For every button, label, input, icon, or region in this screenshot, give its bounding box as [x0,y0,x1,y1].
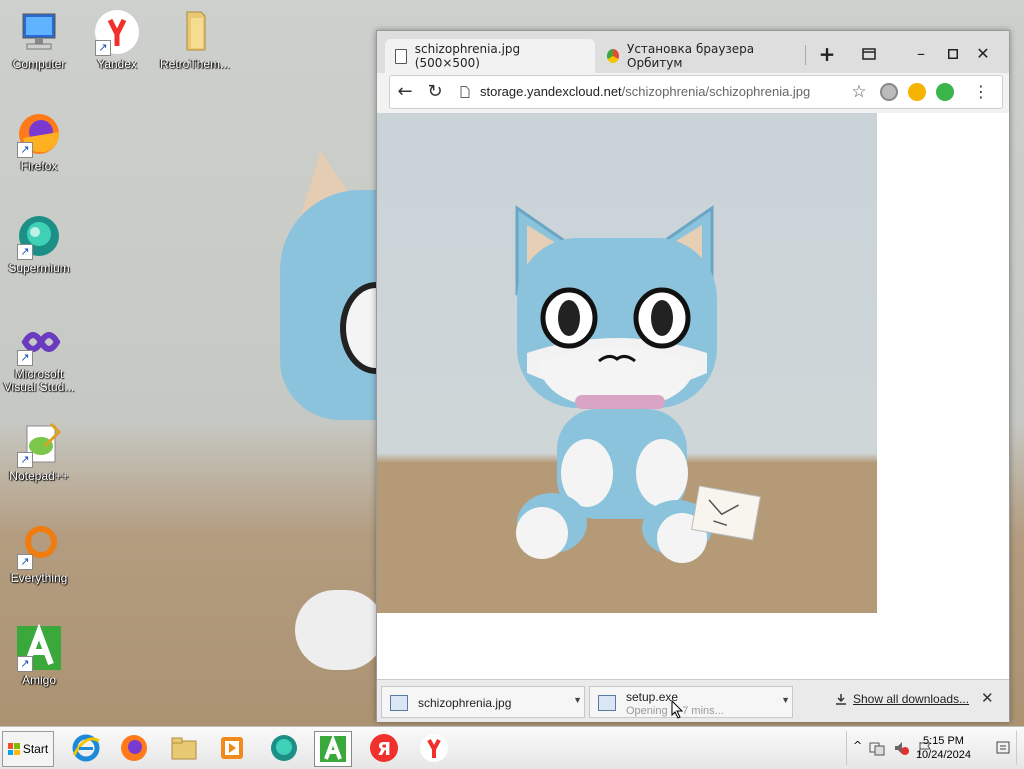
shortcut-arrow-icon: ↗ [17,350,33,366]
desktop-icon-label: Microsoft Visual Stud... [3,367,75,394]
yandex-icon: ↗ [93,8,141,56]
visual-studio-icon: ↗ [15,318,63,366]
extension-chat-icon[interactable] [908,83,926,101]
chevron-up-icon[interactable]: ^ [853,739,862,752]
menu-kebab-icon[interactable]: ⋮ [968,79,994,105]
download-arrow-icon [836,694,846,705]
tab-strip: schizophrenia.jpg (500×500) Установка бр… [377,31,1009,73]
desktop-icon-label: Everything [10,571,68,585]
chevron-down-icon[interactable]: ▼ [781,695,790,705]
download-shelf: schizophrenia.jpg ▼ setup.exe Opening in… [377,679,1009,722]
desktop-icon-label: Amigo [21,673,56,687]
tab-divider [805,45,806,65]
taskbar-firefox-icon[interactable] [116,731,152,765]
tab-orbitum-install[interactable]: Установка браузера Орбитум [597,39,797,73]
taskbar-file-explorer-icon[interactable] [166,731,202,765]
desktop-icon-computer[interactable]: Computer [0,8,78,71]
taskbar-internet-explorer-icon[interactable] [68,731,104,765]
network-icon[interactable] [869,740,885,756]
desktop-icon-label: Supermium [8,261,70,275]
desktop-icon-supermium[interactable]: ↗ Supermium [0,212,78,275]
shortcut-arrow-icon: ↗ [17,554,33,570]
download-filename: schizophrenia.jpg [418,696,512,710]
desktop-icon-visual-studio[interactable]: ↗ Microsoft Visual Stud... [0,318,78,394]
volume-muted-icon[interactable] [893,740,909,756]
shortcut-arrow-icon: ↗ [95,40,111,56]
maximize-button[interactable] [939,41,967,67]
address-toolbar: ← ↻ storage.yandexcloud.net/schizophreni… [389,75,1003,109]
show-all-downloads-link[interactable]: Show all downloads... [835,692,969,706]
everything-search-icon: ↗ [15,522,63,570]
page-content [377,113,1009,679]
extension-list-icon[interactable] [936,83,954,101]
shortcut-arrow-icon: ↗ [17,142,33,158]
folder-icon [171,8,219,56]
close-download-shelf-icon[interactable]: ✕ [981,689,994,707]
desktop-icon-label: Notepad++ [9,469,69,483]
browser-window[interactable]: schizophrenia.jpg (500×500) Установка бр… [376,30,1010,722]
page-info-icon[interactable] [452,79,478,105]
desktop-icon-retrothem[interactable]: RetroThem... [156,8,234,71]
wallpaper-cat-foot [295,590,385,670]
notepad-plus-plus-icon: ↗ [15,420,63,468]
start-button[interactable]: Start [2,731,54,767]
orbitum-favicon-icon [607,49,620,63]
back-arrow-icon[interactable]: ← [392,79,418,105]
desktop-icon-firefox[interactable]: ↗ Firefox [0,110,78,173]
desktop-icon-yandex[interactable]: ↗ Yandex [78,8,156,71]
computer-icon [15,8,63,56]
taskbar-yandex-browser-icon[interactable] [416,731,452,765]
desktop-icon-everything[interactable]: ↗ Everything [0,522,78,585]
desktop-icon-label: RetroThem... [159,57,231,71]
close-window-button[interactable]: ✕ [969,41,997,67]
tab-title: Установка браузера Орбитум [627,42,755,70]
svg-text:Я: Я [377,739,391,760]
firefox-icon: ↗ [15,110,63,158]
taskbar-supermium-icon[interactable] [266,731,302,765]
show-desktop-button[interactable] [1016,731,1024,765]
desktop-icon-label: Yandex [97,57,137,71]
desktop-icon-label: Computer [12,57,66,71]
extension-gray-icon[interactable] [880,83,898,101]
tab-schizophrenia-image[interactable]: schizophrenia.jpg (500×500) [385,39,595,73]
amigo-icon: ↗ [15,623,63,672]
show-all-label: Show all downloads... [853,692,970,706]
taskbar: Start Я ^ 5:15 PM 10/24/2024 [0,726,1024,769]
shortcut-arrow-icon: ↗ [17,656,33,672]
clock-time: 5:15 PM [922,735,964,747]
tab-title: schizophrenia.jpg (500×500) [414,42,521,70]
tab-list-icon[interactable] [855,41,883,67]
bookmark-star-icon[interactable]: ☆ [846,79,872,105]
url-host: storage.yandexcloud.net [480,84,622,99]
minimize-button[interactable]: – [907,41,935,67]
system-tray: ^ 5:15 PM 10/24/2024 [846,731,1024,765]
desktop-icon-label: Firefox [20,159,58,173]
desktop-icon-notepad-plus-plus[interactable]: ↗ Notepad++ [0,420,78,483]
notifications-icon[interactable] [995,740,1011,756]
taskbar-amigo-icon[interactable] [314,731,352,767]
clock-date: 10/24/2024 [915,749,971,761]
address-bar[interactable]: storage.yandexcloud.net/schizophrenia/sc… [480,76,810,108]
document-icon [395,48,407,64]
chevron-down-icon[interactable]: ▼ [573,695,582,705]
desktop-icon-amigo[interactable]: ↗ Amigo [0,623,78,687]
image-file-icon [390,695,408,711]
start-label: Start [22,742,49,756]
download-item-schizophrenia[interactable]: schizophrenia.jpg ▼ [381,686,585,718]
supermium-icon: ↗ [15,212,63,260]
download-item-setup[interactable]: setup.exe Opening in 7 mins... ▼ [589,686,793,718]
mouse-cursor-icon [671,700,684,719]
taskbar-yandex-ya-icon[interactable]: Я [366,731,402,765]
reload-icon[interactable]: ↻ [422,79,448,105]
taskbar-media-player-icon[interactable] [214,731,250,765]
url-path: /schizophrenia/schizophrenia.jpg [621,84,811,99]
windows-flag-icon [7,743,20,755]
plush-cat-photo[interactable] [377,113,877,613]
shortcut-arrow-icon: ↗ [17,244,33,260]
clock[interactable]: 5:15 PM 10/24/2024 [916,734,971,762]
exe-file-icon [598,695,616,711]
shortcut-arrow-icon: ↗ [17,452,33,468]
new-tab-button[interactable]: + [813,41,841,67]
